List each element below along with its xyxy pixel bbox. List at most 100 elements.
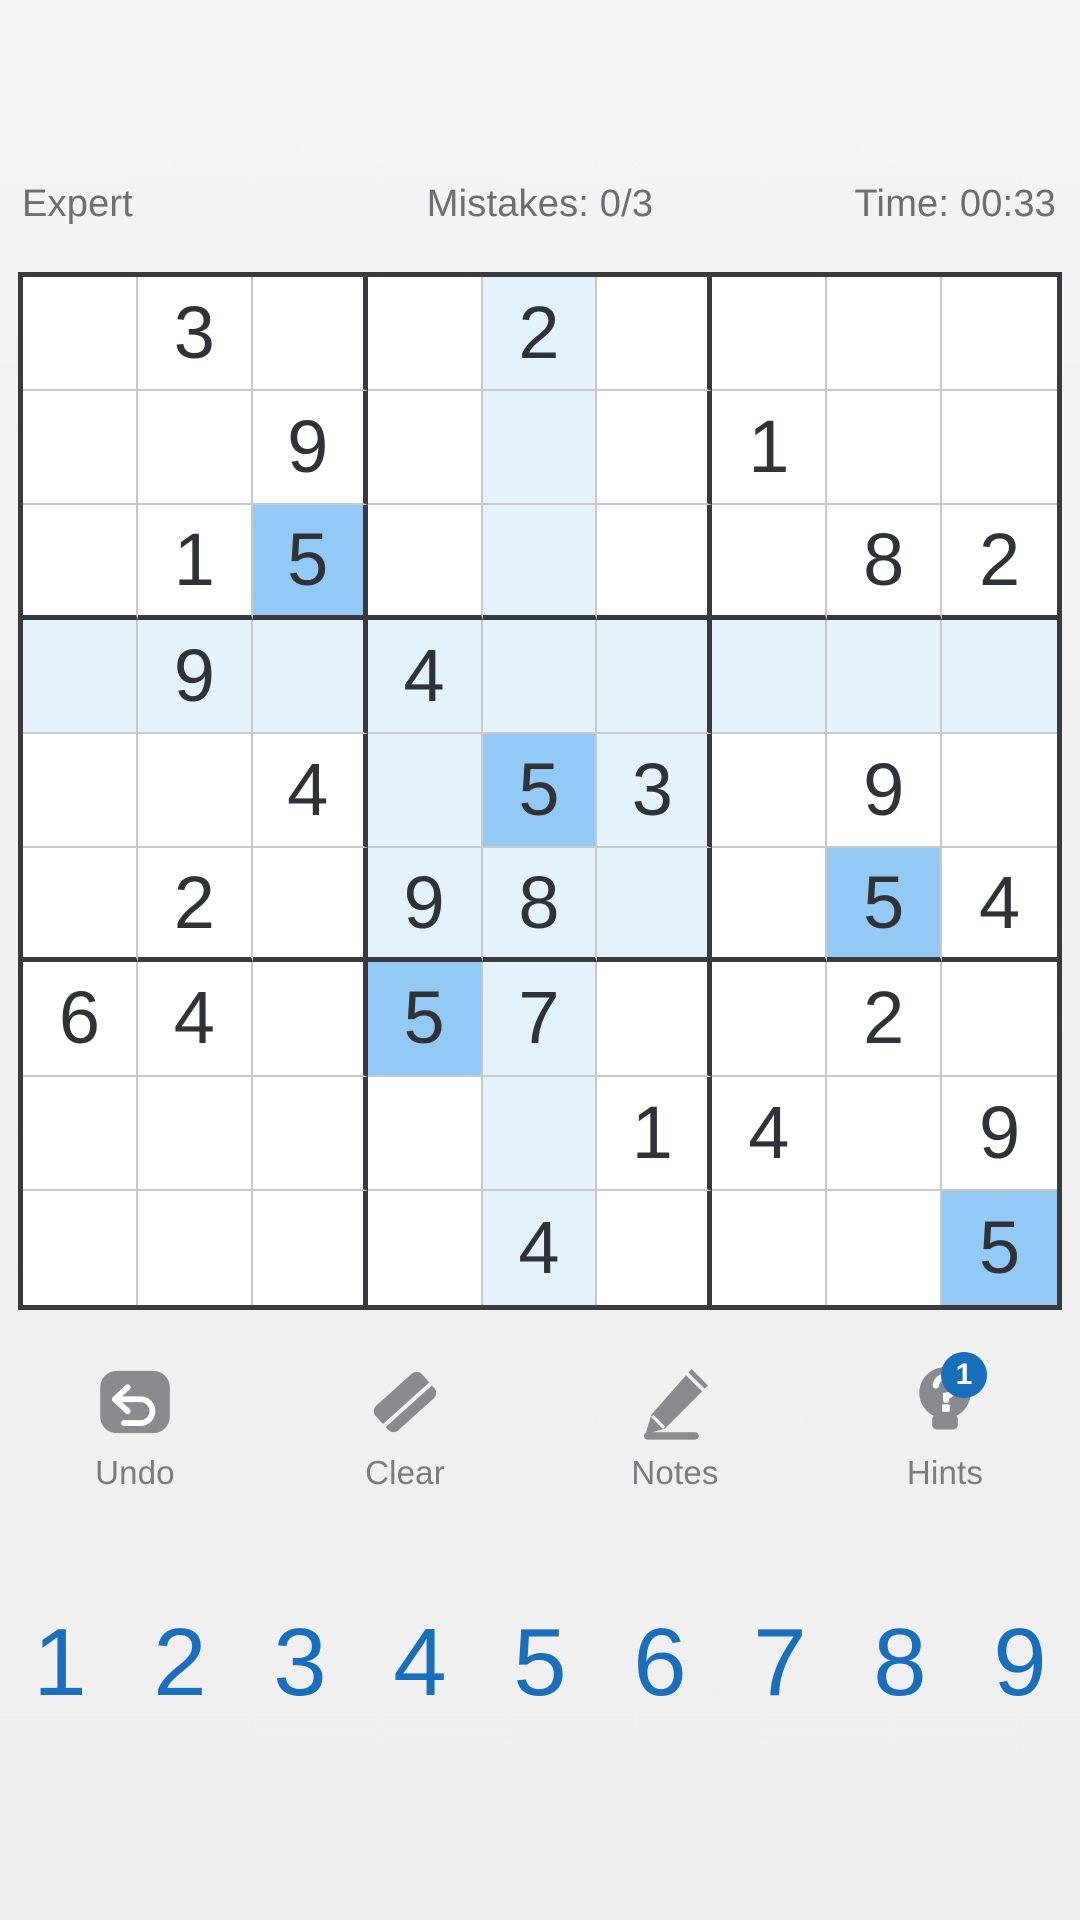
numpad-key-7[interactable]: 7 [720, 1588, 840, 1738]
sudoku-cell-r6c6[interactable] [597, 848, 713, 963]
sudoku-cell-r5c7[interactable] [712, 733, 828, 849]
sudoku-cell-r9c7[interactable] [712, 1190, 828, 1305]
sudoku-cell-r8c5[interactable] [482, 1076, 598, 1191]
sudoku-cell-r5c5[interactable]: 5 [482, 733, 598, 849]
sudoku-cell-r4c1[interactable] [23, 619, 138, 734]
sudoku-cell-r1c3[interactable] [252, 277, 368, 392]
sudoku-cell-r7c1[interactable]: 6 [23, 962, 138, 1077]
hints-label: Hints [906, 1454, 984, 1491]
sudoku-cell-r2c3[interactable]: 9 [252, 391, 368, 506]
sudoku-cell-r6c9[interactable]: 4 [942, 848, 1057, 963]
notes-label: Notes [631, 1454, 719, 1491]
numpad-key-6[interactable]: 6 [600, 1588, 720, 1738]
numpad-key-4[interactable]: 4 [360, 1588, 480, 1738]
sudoku-cell-r4c7[interactable] [712, 619, 828, 734]
sudoku-cell-r7c6[interactable] [597, 962, 713, 1077]
sudoku-cell-r3c9[interactable]: 2 [942, 505, 1057, 620]
sudoku-cell-r3c1[interactable] [23, 505, 138, 620]
sudoku-cell-r2c7[interactable]: 1 [712, 391, 828, 506]
sudoku-cell-r1c8[interactable] [827, 277, 943, 392]
sudoku-cell-r3c8[interactable]: 8 [827, 505, 943, 620]
sudoku-board: 32911582944539298546457214945 [18, 272, 1062, 1310]
sudoku-cell-r8c8[interactable] [827, 1076, 943, 1191]
sudoku-cell-r7c5[interactable]: 7 [482, 962, 598, 1077]
sudoku-cell-r7c8[interactable]: 2 [827, 962, 943, 1077]
sudoku-cell-r6c8[interactable]: 5 [827, 848, 943, 963]
sudoku-cell-r6c2[interactable]: 2 [137, 848, 253, 963]
sudoku-cell-r7c9[interactable] [942, 962, 1057, 1077]
numpad-key-5[interactable]: 5 [480, 1588, 600, 1738]
sudoku-cell-r2c4[interactable] [367, 391, 483, 506]
sudoku-cell-r8c2[interactable] [137, 1076, 253, 1191]
sudoku-cell-r4c6[interactable] [597, 619, 713, 734]
sudoku-cell-r2c8[interactable] [827, 391, 943, 506]
tool-row: Undo Clear Notes 1 Hints [0, 1352, 1080, 1502]
sudoku-cell-r9c1[interactable] [23, 1190, 138, 1305]
status-bar: Expert Mistakes: 0/3 Time: 00:33 [0, 178, 1080, 230]
sudoku-cell-r1c6[interactable] [597, 277, 713, 392]
sudoku-cell-r5c8[interactable]: 9 [827, 733, 943, 849]
sudoku-cell-r9c9[interactable]: 5 [942, 1190, 1057, 1305]
sudoku-cell-r5c1[interactable] [23, 733, 138, 849]
sudoku-grid: 32911582944539298546457214945 [23, 277, 1057, 1305]
sudoku-cell-r1c9[interactable] [942, 277, 1057, 392]
sudoku-cell-r3c3[interactable]: 5 [252, 505, 368, 620]
sudoku-cell-r9c5[interactable]: 4 [482, 1190, 598, 1305]
sudoku-cell-r8c4[interactable] [367, 1076, 483, 1191]
sudoku-cell-r9c8[interactable] [827, 1190, 943, 1305]
numpad-key-1[interactable]: 1 [0, 1588, 120, 1738]
sudoku-cell-r1c1[interactable] [23, 277, 138, 392]
sudoku-cell-r4c9[interactable] [942, 619, 1057, 734]
sudoku-cell-r5c6[interactable]: 3 [597, 733, 713, 849]
numpad-key-8[interactable]: 8 [840, 1588, 960, 1738]
sudoku-cell-r4c8[interactable] [827, 619, 943, 734]
sudoku-cell-r5c2[interactable] [137, 733, 253, 849]
sudoku-cell-r1c4[interactable] [367, 277, 483, 392]
sudoku-cell-r9c2[interactable] [137, 1190, 253, 1305]
sudoku-cell-r2c9[interactable] [942, 391, 1057, 506]
sudoku-cell-r8c1[interactable] [23, 1076, 138, 1191]
sudoku-cell-r8c6[interactable]: 1 [597, 1076, 713, 1191]
sudoku-cell-r3c4[interactable] [367, 505, 483, 620]
sudoku-cell-r3c6[interactable] [597, 505, 713, 620]
sudoku-cell-r7c3[interactable] [252, 962, 368, 1077]
hints-button[interactable]: 1 Hints [810, 1352, 1080, 1502]
sudoku-cell-r5c3[interactable]: 4 [252, 733, 368, 849]
sudoku-cell-r6c7[interactable] [712, 848, 828, 963]
notes-button[interactable]: Notes [540, 1352, 810, 1502]
sudoku-cell-r1c5[interactable]: 2 [482, 277, 598, 392]
clear-button[interactable]: Clear [270, 1352, 540, 1502]
sudoku-cell-r2c6[interactable] [597, 391, 713, 506]
sudoku-cell-r8c9[interactable]: 9 [942, 1076, 1057, 1191]
sudoku-cell-r3c7[interactable] [712, 505, 828, 620]
sudoku-cell-r4c5[interactable] [482, 619, 598, 734]
sudoku-cell-r1c2[interactable]: 3 [137, 277, 253, 392]
numpad-key-2[interactable]: 2 [120, 1588, 240, 1738]
sudoku-cell-r7c7[interactable] [712, 962, 828, 1077]
sudoku-cell-r2c1[interactable] [23, 391, 138, 506]
sudoku-cell-r4c4[interactable]: 4 [367, 619, 483, 734]
sudoku-cell-r9c3[interactable] [252, 1190, 368, 1305]
sudoku-cell-r2c5[interactable] [482, 391, 598, 506]
sudoku-cell-r5c9[interactable] [942, 733, 1057, 849]
sudoku-cell-r1c7[interactable] [712, 277, 828, 392]
sudoku-cell-r7c2[interactable]: 4 [137, 962, 253, 1077]
sudoku-cell-r7c4[interactable]: 5 [367, 962, 483, 1077]
undo-button[interactable]: Undo [0, 1352, 270, 1502]
sudoku-cell-r9c6[interactable] [597, 1190, 713, 1305]
sudoku-cell-r6c3[interactable] [252, 848, 368, 963]
sudoku-cell-r6c5[interactable]: 8 [482, 848, 598, 963]
numpad-key-9[interactable]: 9 [960, 1588, 1080, 1738]
sudoku-cell-r3c5[interactable] [482, 505, 598, 620]
sudoku-cell-r3c2[interactable]: 1 [137, 505, 253, 620]
sudoku-cell-r6c4[interactable]: 9 [367, 848, 483, 963]
numpad-key-3[interactable]: 3 [240, 1588, 360, 1738]
sudoku-cell-r5c4[interactable] [367, 733, 483, 849]
sudoku-cell-r9c4[interactable] [367, 1190, 483, 1305]
sudoku-cell-r6c1[interactable] [23, 848, 138, 963]
sudoku-cell-r2c2[interactable] [137, 391, 253, 506]
sudoku-cell-r8c3[interactable] [252, 1076, 368, 1191]
sudoku-cell-r4c3[interactable] [252, 619, 368, 734]
sudoku-cell-r8c7[interactable]: 4 [712, 1076, 828, 1191]
sudoku-cell-r4c2[interactable]: 9 [137, 619, 253, 734]
